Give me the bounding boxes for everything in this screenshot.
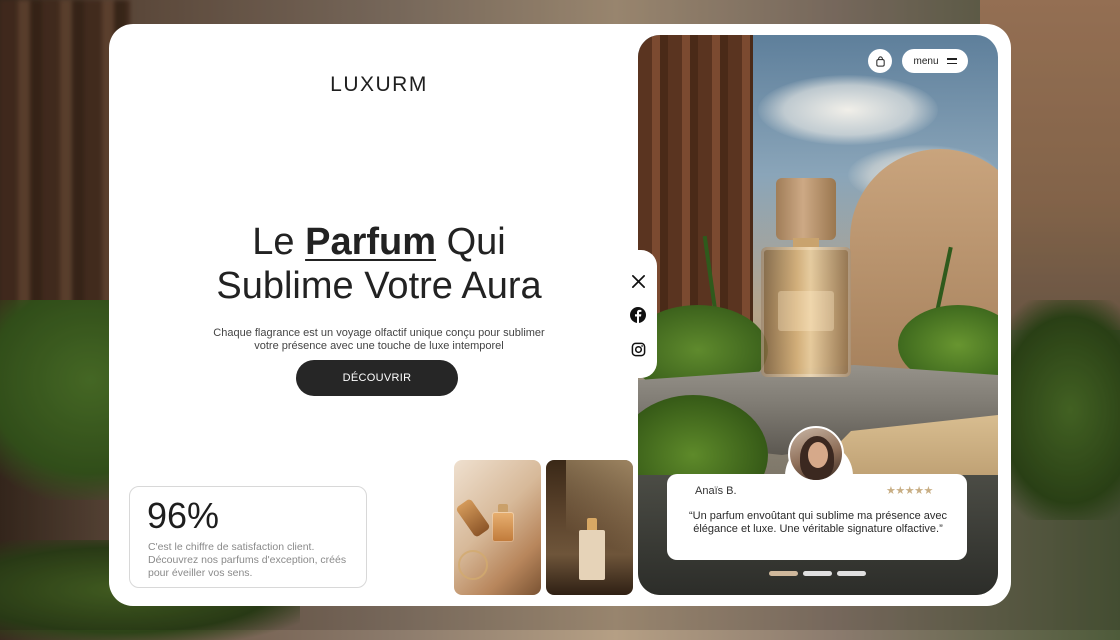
stat-value: 96% bbox=[147, 495, 220, 536]
carousel-dot-3[interactable] bbox=[837, 571, 866, 576]
carousel-dot-1[interactable] bbox=[769, 571, 798, 576]
testimonial-text: “Un parfum envoûtant qui sublime ma prés… bbox=[688, 510, 948, 535]
cart-button[interactable] bbox=[868, 49, 892, 73]
brand-logo[interactable]: LUXURM bbox=[109, 73, 649, 97]
stat-description: C'est le chiffre de satisfaction client.… bbox=[148, 541, 347, 579]
carousel-dot-2[interactable] bbox=[803, 571, 832, 576]
reviewer-name: Anaïs B. bbox=[695, 485, 737, 497]
landing-card: LUXURM Le Parfum Qui Sublime Votre Aura … bbox=[109, 24, 1011, 606]
product-thumbnail-2[interactable] bbox=[546, 460, 633, 595]
headline-part1: Le bbox=[252, 221, 306, 263]
hero-subtitle: Chaque flagrance est un voyage olfactif … bbox=[213, 327, 545, 352]
reviewer-avatar bbox=[788, 426, 844, 482]
menu-label: menu bbox=[913, 55, 939, 67]
social-links bbox=[619, 250, 657, 378]
x-icon[interactable] bbox=[628, 271, 648, 291]
facebook-icon[interactable] bbox=[628, 305, 648, 325]
testimonial-card: Anaïs B. ★★★★★ “Un parfum envoûtant qui … bbox=[667, 474, 967, 560]
perfume-bottle-cap bbox=[776, 178, 836, 240]
carousel-indicators bbox=[769, 571, 866, 576]
headline-part2: Qui bbox=[436, 221, 506, 263]
headline-line2: Sublime Votre Aura bbox=[216, 265, 542, 307]
instagram-icon[interactable] bbox=[628, 339, 648, 359]
satisfaction-stat-card: 96% C'est le chiffre de satisfaction cli… bbox=[129, 486, 367, 588]
hamburger-icon bbox=[946, 58, 957, 64]
shopping-bag-icon bbox=[875, 55, 885, 67]
product-thumbnail-1[interactable] bbox=[454, 460, 541, 595]
menu-button[interactable]: menu bbox=[902, 49, 968, 73]
headline-emphasis: Parfum bbox=[305, 221, 437, 263]
star-rating: ★★★★★ bbox=[886, 484, 933, 497]
hero-headline: Le Parfum Qui Sublime Votre Aura bbox=[109, 220, 649, 308]
discover-button[interactable]: DÉCOUVRIR bbox=[296, 360, 458, 396]
